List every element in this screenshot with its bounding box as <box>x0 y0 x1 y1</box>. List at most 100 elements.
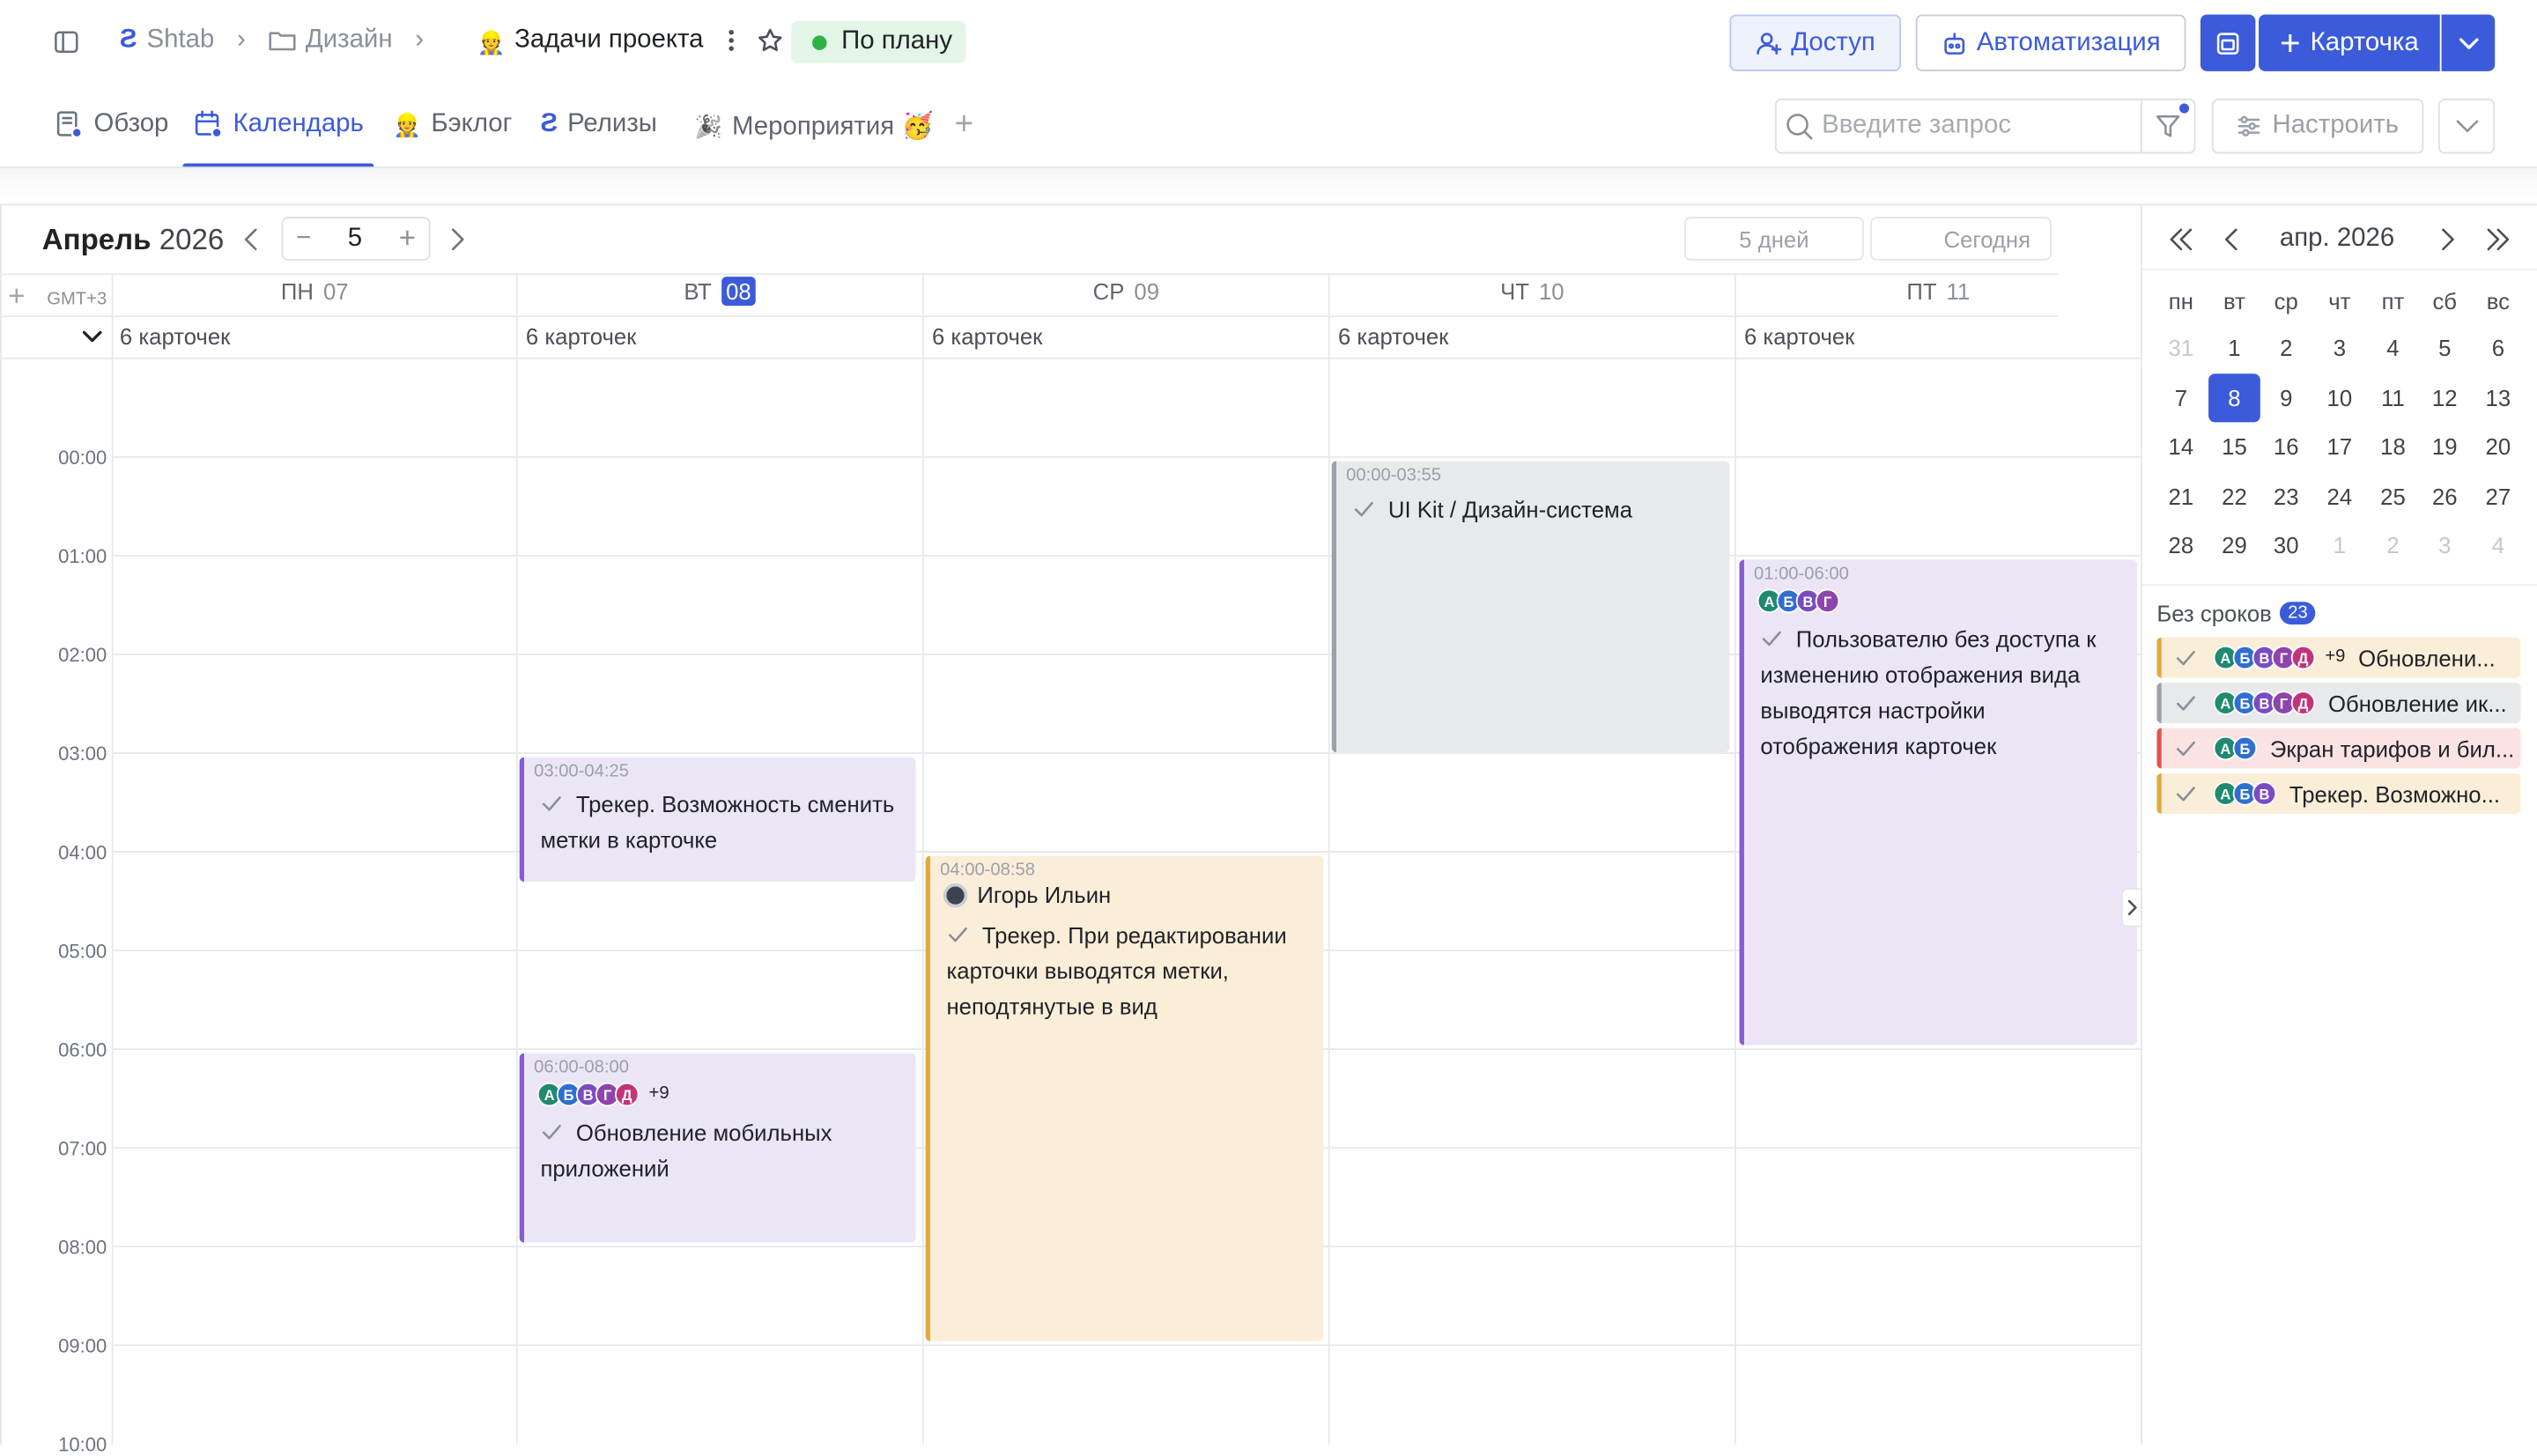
mini-calendar-day[interactable]: 7 <box>2155 381 2207 414</box>
day-card-count[interactable]: 6 карточек <box>526 323 636 349</box>
plus-icon[interactable]: + <box>399 222 416 256</box>
mini-calendar-day[interactable]: 1 <box>2313 529 2365 562</box>
tab-overview[interactable]: Обзор <box>55 110 168 139</box>
mini-calendar-day[interactable]: 13 <box>2472 381 2524 414</box>
mini-calendar-day[interactable]: 3 <box>2419 529 2471 562</box>
mini-calendar-day[interactable]: 3 <box>2313 332 2365 365</box>
calendar-event[interactable]: 03:00-04:25 Трекер. Возможность сменить … <box>519 757 916 883</box>
avatar[interactable]: Д <box>2290 691 2316 715</box>
mini-calendar-day[interactable]: 22 <box>2208 480 2260 513</box>
mini-calendar-day[interactable]: 10 <box>2313 381 2365 414</box>
no-deadline-card[interactable]: А Б Экран тарифов и бил... <box>2156 728 2521 769</box>
checkmark-icon[interactable] <box>946 924 969 947</box>
mini-calendar-prev-year-icon[interactable] <box>2168 228 2193 251</box>
mini-calendar-day[interactable]: 4 <box>2472 529 2524 562</box>
day-header-mon[interactable]: ПН 07 <box>114 278 516 314</box>
day-header-thu[interactable]: ЧТ 10 <box>1330 278 1734 314</box>
collapse-allday-icon[interactable] <box>82 330 102 344</box>
checkmark-icon[interactable] <box>2175 782 2198 805</box>
mini-calendar-next-month-icon[interactable] <box>2440 228 2456 251</box>
mini-calendar-day[interactable]: 14 <box>2155 431 2207 463</box>
mini-calendar-day[interactable]: 20 <box>2472 431 2524 463</box>
mini-calendar-day[interactable]: 17 <box>2313 431 2365 463</box>
mini-calendar-day[interactable]: 28 <box>2155 529 2207 562</box>
card-view-button[interactable] <box>2200 14 2256 71</box>
mini-calendar-day[interactable]: 31 <box>2155 332 2207 365</box>
add-tab-plus-icon[interactable]: + <box>955 107 973 144</box>
checkmark-icon[interactable] <box>2175 691 2198 714</box>
mini-calendar-day[interactable]: 16 <box>2260 431 2312 463</box>
tab-releases[interactable]: Ƨ Релизы <box>540 110 656 139</box>
mini-calendar-day[interactable]: 29 <box>2208 529 2260 562</box>
access-button[interactable]: Доступ <box>1729 14 1902 71</box>
automation-button[interactable]: Автоматизация <box>1915 14 2186 71</box>
no-deadline-card[interactable]: А Б В Трекер. Возможно... <box>2156 772 2521 814</box>
breadcrumb-workspace[interactable]: Shtab <box>147 26 215 55</box>
add-card-dropdown-button[interactable] <box>2441 14 2496 71</box>
day-header-tue[interactable]: ВТ 08 <box>518 277 922 314</box>
mini-calendar-day[interactable]: 15 <box>2208 431 2260 463</box>
mini-calendar-prev-month-icon[interactable] <box>2223 228 2239 251</box>
more-avatars-count[interactable]: +9 <box>649 1083 669 1107</box>
mini-calendar-day[interactable]: 12 <box>2419 381 2471 414</box>
tab-calendar[interactable]: Календарь <box>194 110 364 139</box>
next-period-icon[interactable] <box>450 228 466 251</box>
add-timezone-plus-icon[interactable]: + <box>8 280 25 314</box>
more-vertical-icon[interactable] <box>723 27 739 53</box>
calendar-event[interactable]: 06:00-08:00 А Б В Г Д +9 Обновление моби… <box>519 1053 916 1243</box>
tab-events[interactable]: 🎉 Мероприятия 🥳 <box>694 110 934 143</box>
avatar[interactable]: Д <box>2290 645 2316 670</box>
tab-backlog[interactable]: 👷 Бэклог <box>393 110 512 139</box>
mini-calendar-day-selected[interactable]: 8 <box>2208 373 2260 423</box>
avatar[interactable]: Д <box>614 1082 640 1107</box>
checkmark-icon[interactable] <box>1760 628 1783 651</box>
avatar[interactable] <box>943 882 968 907</box>
filter-button[interactable] <box>2141 99 2196 154</box>
day-header-fri[interactable]: ПТ 11 <box>1736 278 2141 314</box>
breadcrumb-folder[interactable]: Дизайн <box>306 26 393 55</box>
prev-period-icon[interactable] <box>243 228 259 251</box>
avatar[interactable]: Г <box>1815 588 1840 614</box>
mini-calendar-day[interactable]: 1 <box>2208 332 2260 365</box>
mini-calendar-day[interactable]: 18 <box>2367 431 2419 463</box>
day-card-count[interactable]: 6 карточек <box>120 323 230 349</box>
mini-calendar-day[interactable]: 21 <box>2155 480 2207 513</box>
mini-calendar-day[interactable]: 19 <box>2419 431 2471 463</box>
mini-calendar-day[interactable]: 2 <box>2367 529 2419 562</box>
search-input[interactable]: Введите запрос <box>1774 99 2142 154</box>
checkmark-icon[interactable] <box>540 1121 563 1144</box>
mini-calendar-day[interactable]: 27 <box>2472 480 2524 513</box>
sidebar-toggle-icon[interactable] <box>54 29 79 55</box>
mini-calendar-day[interactable]: 4 <box>2367 332 2419 365</box>
expand-sidebar-handle[interactable] <box>2120 888 2142 928</box>
configure-button[interactable]: Настроить <box>2211 99 2424 154</box>
day-card-count[interactable]: 6 карточек <box>1744 323 1854 349</box>
checkmark-icon[interactable] <box>2175 647 2198 669</box>
more-avatars-count[interactable]: +9 <box>2325 646 2345 670</box>
no-deadline-card[interactable]: А Б В Г Д Обновление ик... <box>2156 683 2521 724</box>
day-card-count[interactable]: 6 карточек <box>1338 323 1448 349</box>
day-header-wed[interactable]: СР 09 <box>924 278 1328 314</box>
mini-calendar-next-year-icon[interactable] <box>2485 228 2511 251</box>
checkmark-icon[interactable] <box>1352 499 1375 521</box>
day-card-count[interactable]: 6 карточек <box>932 323 1042 349</box>
checkmark-icon[interactable] <box>540 793 563 816</box>
checkmark-icon[interactable] <box>2175 737 2198 760</box>
collapse-header-button[interactable] <box>2437 99 2496 154</box>
mini-calendar-day[interactable]: 26 <box>2419 480 2471 513</box>
today-button[interactable]: Сегодня <box>1870 217 2052 261</box>
minus-icon[interactable]: − <box>296 224 311 253</box>
mini-calendar-day[interactable]: 6 <box>2472 332 2524 365</box>
days-range-button[interactable]: 5 дней <box>1684 217 1864 261</box>
mini-calendar-day[interactable]: 25 <box>2367 480 2419 513</box>
mini-calendar-day[interactable]: 11 <box>2367 381 2419 414</box>
no-deadline-card[interactable]: А Б В Г Д +9 Обновлени... <box>2156 637 2521 678</box>
mini-calendar-day[interactable]: 2 <box>2260 332 2312 365</box>
mini-calendar-day[interactable]: 9 <box>2260 381 2312 414</box>
days-stepper[interactable]: − 5 + <box>281 217 431 261</box>
star-icon[interactable] <box>758 27 783 53</box>
calendar-event[interactable]: 00:00-03:55 UI Kit / Дизайн-система <box>1331 461 1730 753</box>
calendar-event[interactable]: 04:00-08:58 Игорь Ильин Трекер. При реда… <box>925 855 1324 1341</box>
calendar-event[interactable]: 01:00-06:00 А Б В Г Пользователю без дос… <box>1739 559 2138 1046</box>
avatar[interactable]: Б <box>2232 735 2258 761</box>
